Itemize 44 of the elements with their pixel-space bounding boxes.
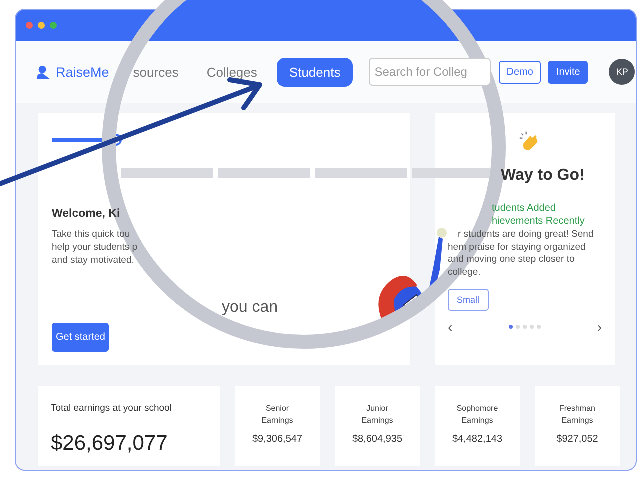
window-control-icon[interactable] bbox=[26, 22, 33, 29]
person-logo-icon bbox=[36, 64, 51, 80]
carousel-dot[interactable] bbox=[516, 325, 520, 329]
earnings-amount: $9,306,547 bbox=[251, 434, 304, 445]
total-amount: $26,697,077 bbox=[51, 432, 169, 456]
stepper-drawing bbox=[52, 134, 122, 146]
highlight-text: tudents Added bbox=[492, 202, 557, 215]
logo-text[interactable]: RaiseMe bbox=[56, 64, 110, 80]
card-label: Total earnings at your school bbox=[51, 403, 173, 414]
search-field[interactable]: Search for Colleg bbox=[368, 58, 491, 86]
card-label: Senior Earnings bbox=[260, 403, 294, 427]
get-started-button[interactable]: Get started bbox=[52, 323, 110, 352]
earnings-amount: $4,482,143 bbox=[451, 434, 504, 445]
card-label: Sophomore Earnings bbox=[456, 403, 500, 427]
avatar[interactable]: KP bbox=[609, 59, 636, 85]
body-text: college. bbox=[448, 266, 482, 279]
next-arrow[interactable]: › bbox=[597, 319, 602, 335]
card-label: Junior Earnings bbox=[360, 403, 394, 427]
card-label: Freshman Earnings bbox=[558, 403, 596, 427]
window-control-icon[interactable] bbox=[50, 22, 57, 29]
highlight-text: hievements Recently bbox=[492, 215, 585, 228]
body-text: Take this quick tou bbox=[52, 228, 132, 241]
nav-tab[interactable]: Students bbox=[277, 58, 353, 86]
previous-arrow[interactable]: ‹ bbox=[448, 319, 453, 335]
carousel-dot[interactable] bbox=[530, 325, 534, 329]
body-text: and moving one step closer to bbox=[448, 254, 576, 266]
nav-tab[interactable]: Colleges bbox=[196, 58, 268, 86]
body-text: hem praise for staying organized bbox=[448, 242, 587, 254]
body-text: help your students p bbox=[52, 241, 138, 254]
magnified-text: you can bbox=[222, 299, 278, 317]
window-control-icon[interactable] bbox=[38, 22, 45, 29]
carousel-dot[interactable] bbox=[537, 325, 541, 329]
carousel-dot[interactable] bbox=[509, 325, 513, 329]
demo-button[interactable]: Demo bbox=[498, 60, 542, 84]
body-text: and stay motivated. bbox=[52, 254, 136, 267]
small-button[interactable]: Small bbox=[448, 289, 489, 311]
welcome-title: Welcome, Ki bbox=[52, 208, 120, 220]
carousel-dot[interactable] bbox=[523, 325, 527, 329]
earnings-amount: $8,604,935 bbox=[351, 434, 404, 445]
promo-title: Way to Go! bbox=[501, 167, 585, 185]
nav-tab[interactable]: sources bbox=[123, 58, 189, 86]
body-text: r students are doing great! Send bbox=[458, 229, 594, 242]
invite-button[interactable]: Invite bbox=[548, 60, 588, 84]
earnings-amount: $927,052 bbox=[556, 434, 600, 445]
